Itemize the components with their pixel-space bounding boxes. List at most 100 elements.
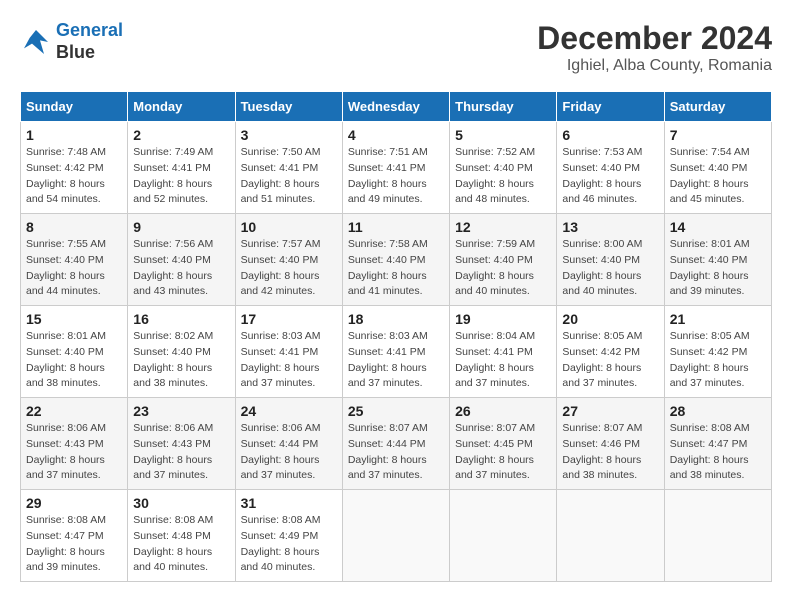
calendar-cell: 14 Sunrise: 8:01 AMSunset: 4:40 PMDayligh… [664,214,771,306]
title-block: December 2024 Ighiel, Alba County, Roman… [537,20,772,75]
day-info: Sunrise: 8:06 AMSunset: 4:43 PMDaylight:… [26,421,122,484]
logo-text: GeneralBlue [56,20,123,63]
day-number: 17 [241,311,337,327]
calendar-week-row: 8Sunrise: 7:55 AMSunset: 4:40 PMDaylight… [21,214,772,306]
day-info: Sunrise: 8:07 AMSunset: 4:45 PMDaylight:… [455,421,551,484]
day-number: 18 [348,311,444,327]
page-title: December 2024 [537,20,772,57]
page-header: GeneralBlue December 2024 Ighiel, Alba C… [20,20,772,75]
day-info: Sunrise: 7:53 AMSunset: 4:40 PMDaylight:… [562,145,658,208]
day-number: 10 [241,219,337,235]
calendar-cell: 16Sunrise: 8:02 AMSunset: 4:40 PMDayligh… [128,306,235,398]
day-info: Sunrise: 8:08 AMSunset: 4:48 PMDaylight:… [133,513,229,576]
day-info: Sunrise: 8:06 AMSunset: 4:43 PMDaylight:… [133,421,229,484]
day-info: Sunrise: 8:07 AMSunset: 4:44 PMDaylight:… [348,421,444,484]
calendar-cell [557,490,664,582]
calendar-cell: 8Sunrise: 7:55 AMSunset: 4:40 PMDaylight… [21,214,128,306]
day-number: 11 [348,219,444,235]
calendar-cell: 10 Sunrise: 7:57 AMSunset: 4:40 PMDayligh… [235,214,342,306]
calendar-cell: 2Sunrise: 7:49 AMSunset: 4:41 PMDaylight… [128,122,235,214]
calendar-cell [342,490,449,582]
calendar-header-saturday: Saturday [664,92,771,122]
day-info: Sunrise: 7:56 AMSunset: 4:40 PMDaylight:… [133,237,229,300]
calendar-week-row: 22Sunrise: 8:06 AMSunset: 4:43 PMDayligh… [21,398,772,490]
calendar-cell: 17 Sunrise: 8:03 AMSunset: 4:41 PMDayligh… [235,306,342,398]
calendar-cell: 31Sunrise: 8:08 AMSunset: 4:49 PMDayligh… [235,490,342,582]
day-info: Sunrise: 8:08 AMSunset: 4:47 PMDaylight:… [26,513,122,576]
calendar-cell: 9 Sunrise: 7:56 AMSunset: 4:40 PMDaylight… [128,214,235,306]
day-info: Sunrise: 8:01 AMSunset: 4:40 PMDaylight:… [26,329,122,392]
day-info: Sunrise: 8:01 AMSunset: 4:40 PMDaylight:… [670,237,766,300]
calendar-cell: 27 Sunrise: 8:07 AMSunset: 4:46 PMDayligh… [557,398,664,490]
calendar-header-wednesday: Wednesday [342,92,449,122]
day-number: 28 [670,403,766,419]
day-number: 24 [241,403,337,419]
calendar-cell: 29 Sunrise: 8:08 AMSunset: 4:47 PMDayligh… [21,490,128,582]
calendar-cell: 15 Sunrise: 8:01 AMSunset: 4:40 PMDayligh… [21,306,128,398]
calendar-cell: 18Sunrise: 8:03 AMSunset: 4:41 PMDayligh… [342,306,449,398]
day-info: Sunrise: 8:08 AMSunset: 4:49 PMDaylight:… [241,513,337,576]
day-info: Sunrise: 7:57 AMSunset: 4:40 PMDaylight:… [241,237,337,300]
day-number: 9 [133,219,229,235]
day-number: 20 [562,311,658,327]
day-info: Sunrise: 8:00 AMSunset: 4:40 PMDaylight:… [562,237,658,300]
day-info: Sunrise: 7:48 AMSunset: 4:42 PMDaylight:… [26,145,122,208]
day-info: Sunrise: 7:54 AMSunset: 4:40 PMDaylight:… [670,145,766,208]
day-info: Sunrise: 8:06 AMSunset: 4:44 PMDaylight:… [241,421,337,484]
calendar-cell: 28 Sunrise: 8:08 AMSunset: 4:47 PMDayligh… [664,398,771,490]
day-number: 4 [348,127,444,143]
calendar-cell: 7 Sunrise: 7:54 AMSunset: 4:40 PMDaylight… [664,122,771,214]
day-number: 2 [133,127,229,143]
day-info: Sunrise: 7:51 AMSunset: 4:41 PMDaylight:… [348,145,444,208]
day-number: 15 [26,311,122,327]
calendar-cell: 4 Sunrise: 7:51 AMSunset: 4:41 PMDaylight… [342,122,449,214]
day-info: Sunrise: 8:05 AMSunset: 4:42 PMDaylight:… [670,329,766,392]
calendar-cell: 6Sunrise: 7:53 AMSunset: 4:40 PMDaylight… [557,122,664,214]
calendar-table: SundayMondayTuesdayWednesdayThursdayFrid… [20,91,772,582]
logo: GeneralBlue [20,20,123,63]
calendar-header-monday: Monday [128,92,235,122]
logo-icon [20,26,52,58]
day-number: 27 [562,403,658,419]
calendar-week-row: 1Sunrise: 7:48 AMSunset: 4:42 PMDaylight… [21,122,772,214]
day-info: Sunrise: 8:07 AMSunset: 4:46 PMDaylight:… [562,421,658,484]
day-number: 14 [670,219,766,235]
calendar-cell: 1Sunrise: 7:48 AMSunset: 4:42 PMDaylight… [21,122,128,214]
day-info: Sunrise: 7:59 AMSunset: 4:40 PMDaylight:… [455,237,551,300]
calendar-cell: 13Sunrise: 8:00 AMSunset: 4:40 PMDayligh… [557,214,664,306]
calendar-cell: 24 Sunrise: 8:06 AMSunset: 4:44 PMDayligh… [235,398,342,490]
day-info: Sunrise: 7:50 AMSunset: 4:41 PMDaylight:… [241,145,337,208]
calendar-cell: 23 Sunrise: 8:06 AMSunset: 4:43 PMDayligh… [128,398,235,490]
day-info: Sunrise: 8:05 AMSunset: 4:42 PMDaylight:… [562,329,658,392]
day-number: 23 [133,403,229,419]
calendar-cell [450,490,557,582]
day-info: Sunrise: 8:03 AMSunset: 4:41 PMDaylight:… [241,329,337,392]
calendar-header-row: SundayMondayTuesdayWednesdayThursdayFrid… [21,92,772,122]
calendar-cell: 26 Sunrise: 8:07 AMSunset: 4:45 PMDayligh… [450,398,557,490]
day-number: 7 [670,127,766,143]
calendar-cell: 3 Sunrise: 7:50 AMSunset: 4:41 PMDaylight… [235,122,342,214]
calendar-header-thursday: Thursday [450,92,557,122]
day-info: Sunrise: 7:58 AMSunset: 4:40 PMDaylight:… [348,237,444,300]
calendar-header-friday: Friday [557,92,664,122]
day-info: Sunrise: 8:08 AMSunset: 4:47 PMDaylight:… [670,421,766,484]
day-number: 21 [670,311,766,327]
page-subtitle: Ighiel, Alba County, Romania [537,57,772,75]
calendar-cell: 22Sunrise: 8:06 AMSunset: 4:43 PMDayligh… [21,398,128,490]
day-number: 8 [26,219,122,235]
day-number: 30 [133,495,229,511]
day-number: 12 [455,219,551,235]
day-number: 25 [348,403,444,419]
calendar-cell: 19Sunrise: 8:04 AMSunset: 4:41 PMDayligh… [450,306,557,398]
day-number: 26 [455,403,551,419]
calendar-cell: 30 Sunrise: 8:08 AMSunset: 4:48 PMDayligh… [128,490,235,582]
day-number: 3 [241,127,337,143]
day-number: 29 [26,495,122,511]
day-info: Sunrise: 8:04 AMSunset: 4:41 PMDaylight:… [455,329,551,392]
calendar-cell: 5Sunrise: 7:52 AMSunset: 4:40 PMDaylight… [450,122,557,214]
day-info: Sunrise: 8:02 AMSunset: 4:40 PMDaylight:… [133,329,229,392]
calendar-cell: 12 Sunrise: 7:59 AMSunset: 4:40 PMDayligh… [450,214,557,306]
day-number: 5 [455,127,551,143]
calendar-cell: 11 Sunrise: 7:58 AMSunset: 4:40 PMDayligh… [342,214,449,306]
calendar-week-row: 29 Sunrise: 8:08 AMSunset: 4:47 PMDayligh… [21,490,772,582]
